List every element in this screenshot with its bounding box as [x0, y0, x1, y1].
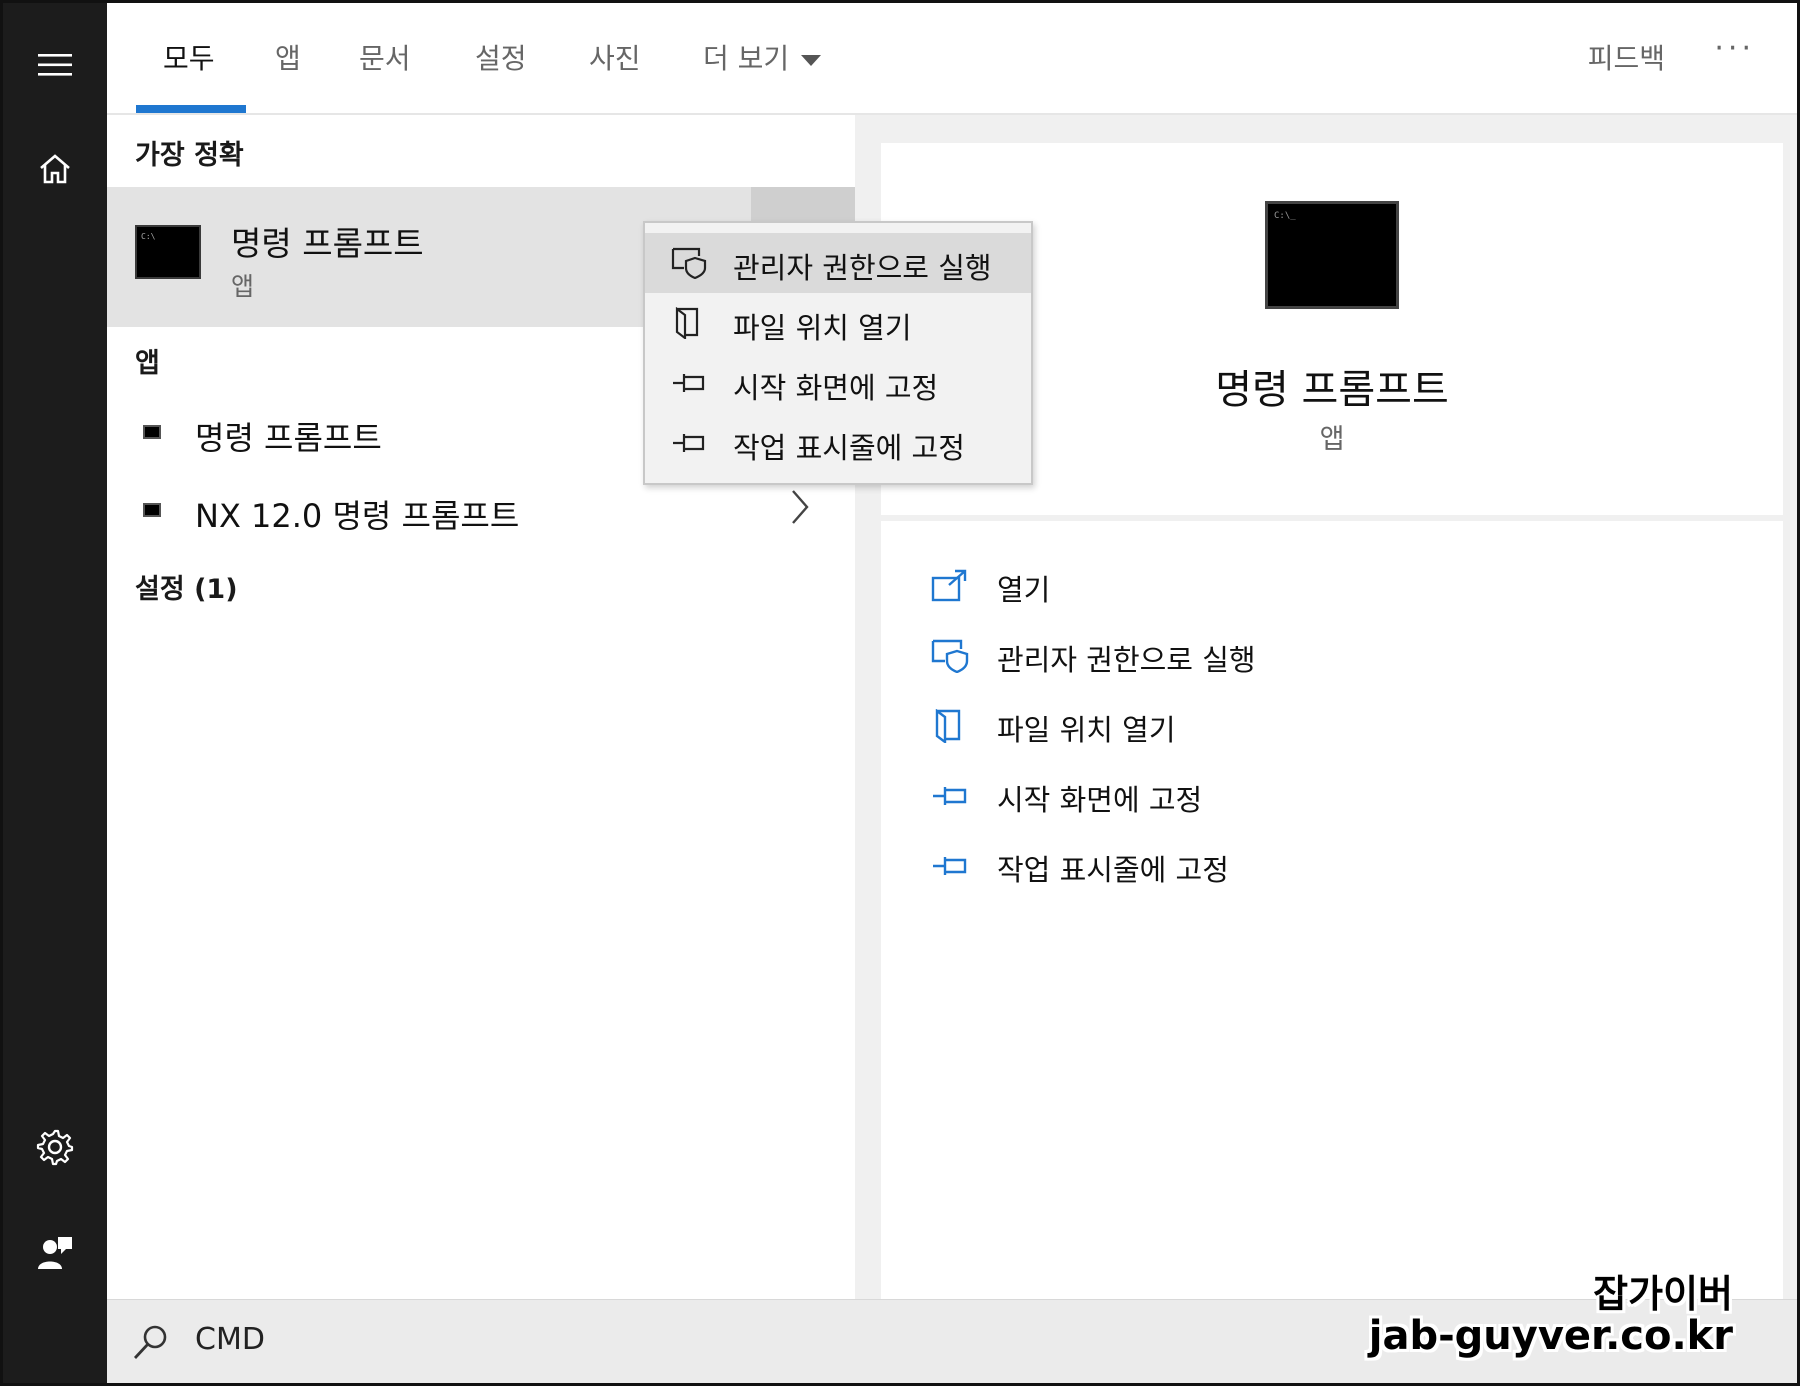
watermark: 잡가이버 jab-guyver.co.kr: [1368, 1272, 1733, 1359]
context-menu-item-run-as-admin[interactable]: 관리자 권한으로 실행: [645, 233, 1031, 293]
apps-header: 앱: [135, 348, 160, 379]
tab-photos[interactable]: 사진: [589, 37, 641, 77]
context-menu-item-pin-to-taskbar[interactable]: 작업 표시줄에 고정: [645, 413, 1031, 473]
open-icon: [931, 569, 967, 602]
tab-apps[interactable]: 앱: [275, 37, 301, 77]
caret-down-icon: [801, 54, 822, 66]
context-menu-label: 관리자 권한으로 실행: [733, 251, 992, 285]
pin-icon: [933, 787, 967, 805]
active-tab-indicator: [136, 105, 246, 113]
command-prompt-app-icon: C:\: [135, 225, 201, 279]
list-item[interactable]: NX 12.0 명령 프롬프트: [107, 477, 855, 547]
list-item-label: NX 12.0 명령 프롬프트: [195, 497, 520, 535]
command-prompt-small-icon: [143, 503, 161, 517]
context-menu-item-open-file-location[interactable]: 파일 위치 열기: [645, 293, 1031, 353]
chevron-right-icon[interactable]: [785, 487, 815, 527]
settings-header: 설정 (1): [135, 574, 238, 605]
shield-admin-icon: [931, 639, 969, 673]
home-icon[interactable]: [33, 147, 77, 191]
command-prompt-small-icon: [143, 425, 161, 439]
context-menu-label: 작업 표시줄에 고정: [733, 431, 965, 465]
tab-more-dropdown[interactable]: 더 보기: [703, 37, 822, 77]
action-label: 작업 표시줄에 고정: [997, 853, 1229, 887]
filter-tab-bar: 모두 앱 문서 설정 사진 더 보기 피드백 ···: [107, 3, 1797, 115]
action-run-as-admin[interactable]: 관리자 권한으로 실행: [931, 629, 1631, 685]
context-menu-label: 파일 위치 열기: [733, 311, 912, 345]
search-icon: [133, 1325, 167, 1359]
file-location-icon: [675, 307, 699, 339]
watermark-line1: 잡가이버: [1593, 1272, 1733, 1317]
left-rail: [3, 3, 107, 1383]
context-menu: 관리자 권한으로 실행 파일 위치 열기 시작 화면에 고정 작업 표시줄에 고…: [643, 221, 1033, 485]
action-pin-to-taskbar[interactable]: 작업 표시줄에 고정: [931, 839, 1631, 895]
action-label: 시작 화면에 고정: [997, 783, 1203, 817]
tab-more-label: 더 보기: [703, 42, 790, 75]
shield-admin-icon: [671, 247, 707, 279]
account-icon[interactable]: [33, 1231, 77, 1275]
tab-settings[interactable]: 설정: [475, 37, 527, 77]
best-match-subtitle: 앱: [231, 272, 255, 301]
hamburger-menu-icon[interactable]: [33, 43, 77, 87]
svg-text:C:\_: C:\_: [1274, 211, 1296, 221]
context-menu-label: 시작 화면에 고정: [733, 371, 939, 405]
tab-documents[interactable]: 문서: [359, 37, 411, 77]
action-pin-to-start[interactable]: 시작 화면에 고정: [931, 769, 1631, 825]
windows-search-window: 모두 앱 문서 설정 사진 더 보기 피드백 ··· 가장 정확 C:\ 명령 …: [0, 0, 1800, 1386]
best-match-header: 가장 정확: [135, 140, 244, 171]
command-prompt-large-icon: C:\_: [1265, 201, 1399, 309]
svg-text:C:\: C:\: [141, 232, 156, 241]
context-menu-item-pin-to-start[interactable]: 시작 화면에 고정: [645, 353, 1031, 413]
search-input[interactable]: CMD: [195, 1322, 265, 1357]
action-label: 관리자 권한으로 실행: [997, 643, 1256, 677]
feedback-button[interactable]: 피드백: [1588, 37, 1665, 77]
settings-gear-icon[interactable]: [33, 1125, 77, 1169]
action-label: 열기: [997, 573, 1051, 607]
file-location-icon: [935, 709, 961, 743]
action-open[interactable]: 열기: [931, 559, 1631, 615]
best-match-title: 명령 프롬프트: [231, 224, 424, 263]
watermark-line2: jab-guyver.co.kr: [1368, 1313, 1733, 1359]
preview-actions-card: 열기 관리자 권한으로 실행 파일 위치 열기 시작 화면에 고정 작업 표시줄…: [881, 521, 1783, 1305]
pin-icon: [673, 434, 705, 452]
more-options-button[interactable]: ···: [1714, 31, 1755, 66]
list-item-label: 명령 프롬프트: [195, 419, 382, 457]
action-label: 파일 위치 열기: [997, 713, 1176, 747]
pin-icon: [673, 374, 705, 392]
pin-icon: [933, 857, 967, 875]
action-open-file-location[interactable]: 파일 위치 열기: [931, 699, 1631, 755]
tab-all[interactable]: 모두: [163, 37, 215, 77]
